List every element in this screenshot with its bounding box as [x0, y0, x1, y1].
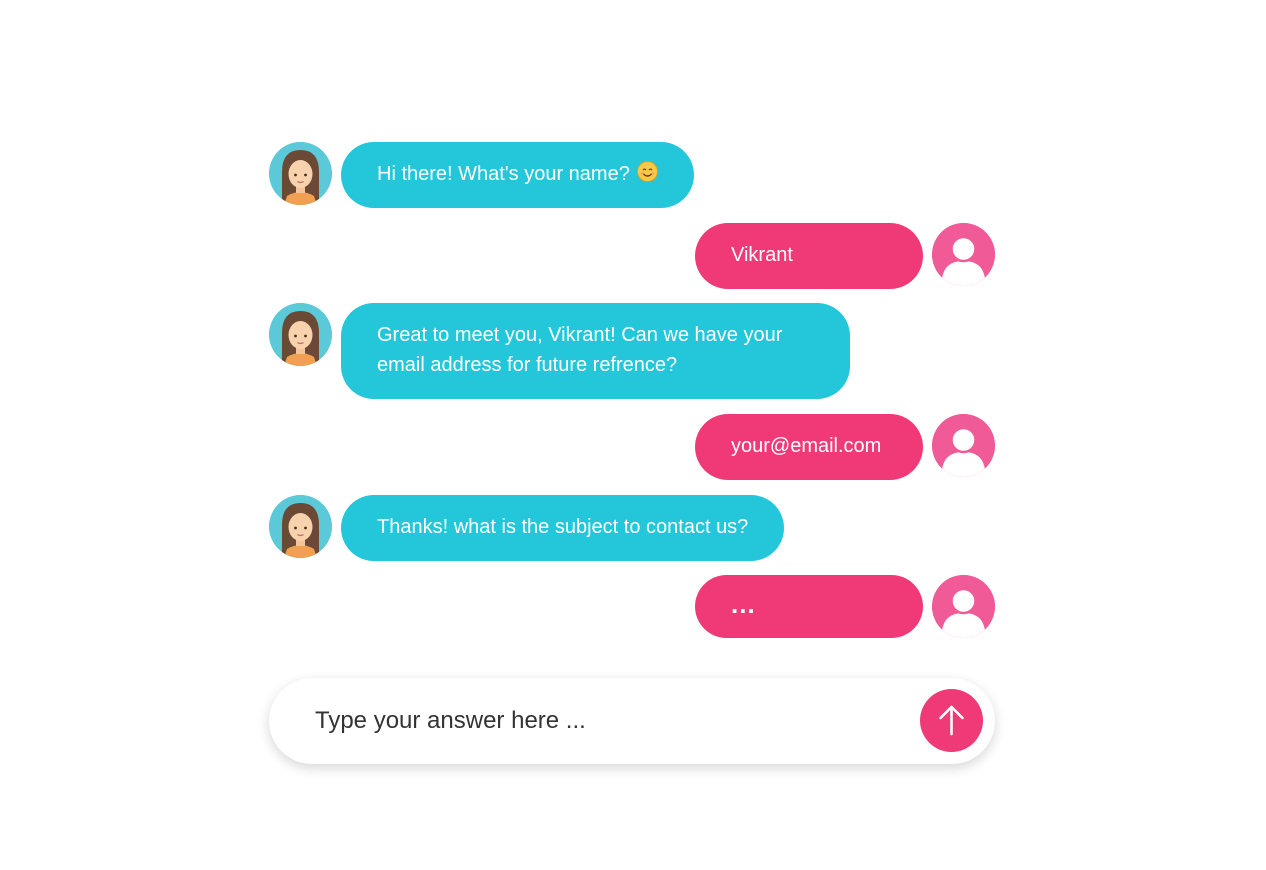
user-message-row: Vikrant: [269, 223, 995, 289]
answer-composer: [269, 678, 995, 764]
user-message-row: your@email.com: [269, 414, 995, 480]
message-text: Thanks! what is the subject to contact u…: [377, 516, 749, 538]
user-message-bubble: Vikrant: [695, 223, 923, 289]
user-avatar-icon: [932, 575, 995, 638]
bot-message-bubble: Hi there! What's your name?: [341, 142, 695, 208]
user-message-bubble: your@email.com: [695, 414, 923, 480]
bot-avatar-icon: [269, 303, 332, 366]
message-text: Vikrant: [731, 244, 793, 266]
send-button[interactable]: [920, 689, 983, 752]
bot-message-row: Hi there! What's your name?: [269, 142, 995, 208]
bot-message-row: Great to meet you, Vikrant! Can we have …: [269, 303, 995, 399]
answer-input[interactable]: [315, 701, 905, 741]
user-typing-bubble: ...: [695, 575, 923, 638]
user-avatar-icon: [932, 223, 995, 286]
user-message-row: ...: [269, 575, 995, 638]
typing-indicator: ...: [731, 589, 756, 619]
user-avatar-icon: [932, 414, 995, 477]
arrow-up-icon: [939, 705, 964, 736]
bot-message-bubble: Thanks! what is the subject to contact u…: [341, 495, 785, 561]
bot-message-row: Thanks! what is the subject to contact u…: [269, 495, 995, 561]
bot-message-bubble: Great to meet you, Vikrant! Can we have …: [341, 303, 850, 399]
message-text: Great to meet you, Vikrant! Can we have …: [377, 324, 783, 376]
message-text: Hi there! What's your name?: [377, 163, 630, 185]
smiling-face-icon: [637, 161, 659, 182]
bot-avatar-icon: [269, 142, 332, 205]
message-text: your@email.com: [731, 435, 882, 457]
bot-avatar-icon: [269, 495, 332, 558]
